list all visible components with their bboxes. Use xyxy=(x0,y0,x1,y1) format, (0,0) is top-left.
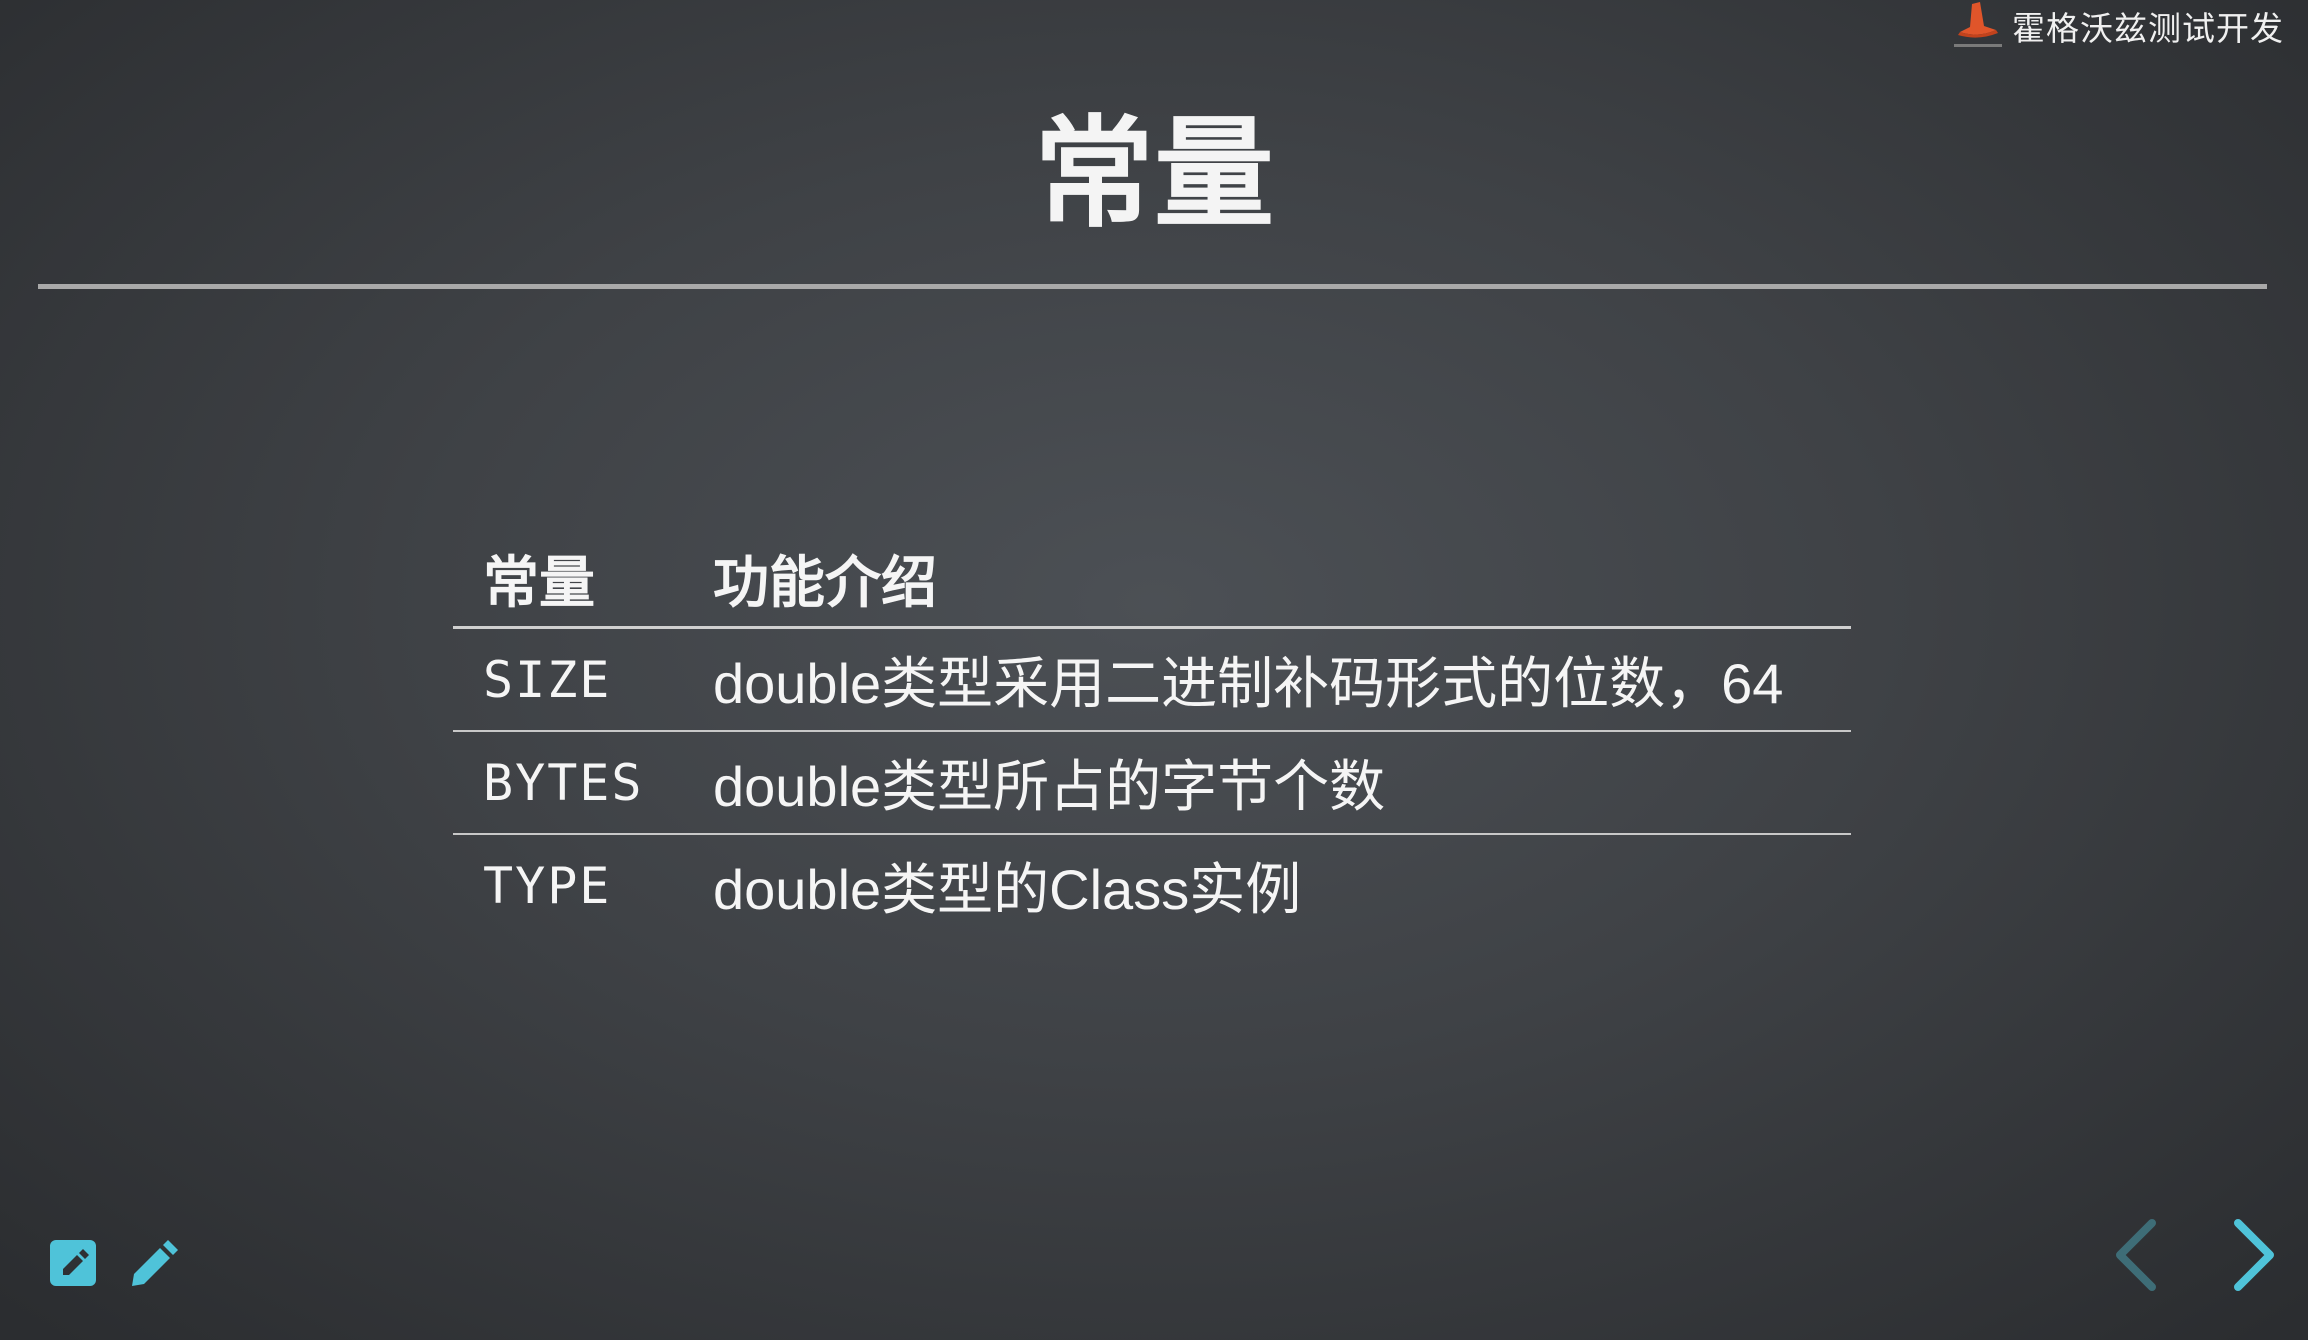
table-row: BYTES double类型所占的字节个数 xyxy=(453,731,1851,835)
brand: 霍格沃兹测试开发 xyxy=(1950,0,2284,52)
slide-title: 常量 xyxy=(1034,105,1274,244)
table-row: SIZE double类型采用二进制补码形式的位数，64 xyxy=(453,627,1851,732)
pencil-icon[interactable] xyxy=(128,1238,180,1290)
chevron-left-icon[interactable] xyxy=(2108,1215,2168,1295)
column-header-description: 功能介绍 xyxy=(683,530,1851,629)
wizard-hat-icon xyxy=(1950,0,2006,52)
edit-box-icon[interactable] xyxy=(48,1238,100,1290)
constant-name: SIZE xyxy=(453,627,683,732)
constants-table: 常量 功能介绍 SIZE double类型采用二进制补码形式的位数，64 BYT… xyxy=(453,530,1851,936)
table-row: TYPE double类型的Class实例 xyxy=(453,834,1851,936)
brand-name: 霍格沃兹测试开发 xyxy=(2012,9,2284,48)
constant-name: TYPE xyxy=(483,856,612,915)
constant-description: double类型采用二进制补码形式的位数，64 xyxy=(683,627,1851,732)
column-header-constant: 常量 xyxy=(453,530,683,629)
table-header-row: 常量 功能介绍 xyxy=(453,530,1851,629)
chevron-right-icon[interactable] xyxy=(2222,1215,2282,1295)
constant-description: double类型的Class实例 xyxy=(713,858,1302,921)
constant-name: BYTES xyxy=(453,731,683,835)
constant-description: double类型所占的字节个数 xyxy=(683,731,1851,835)
title-divider xyxy=(38,284,2267,289)
